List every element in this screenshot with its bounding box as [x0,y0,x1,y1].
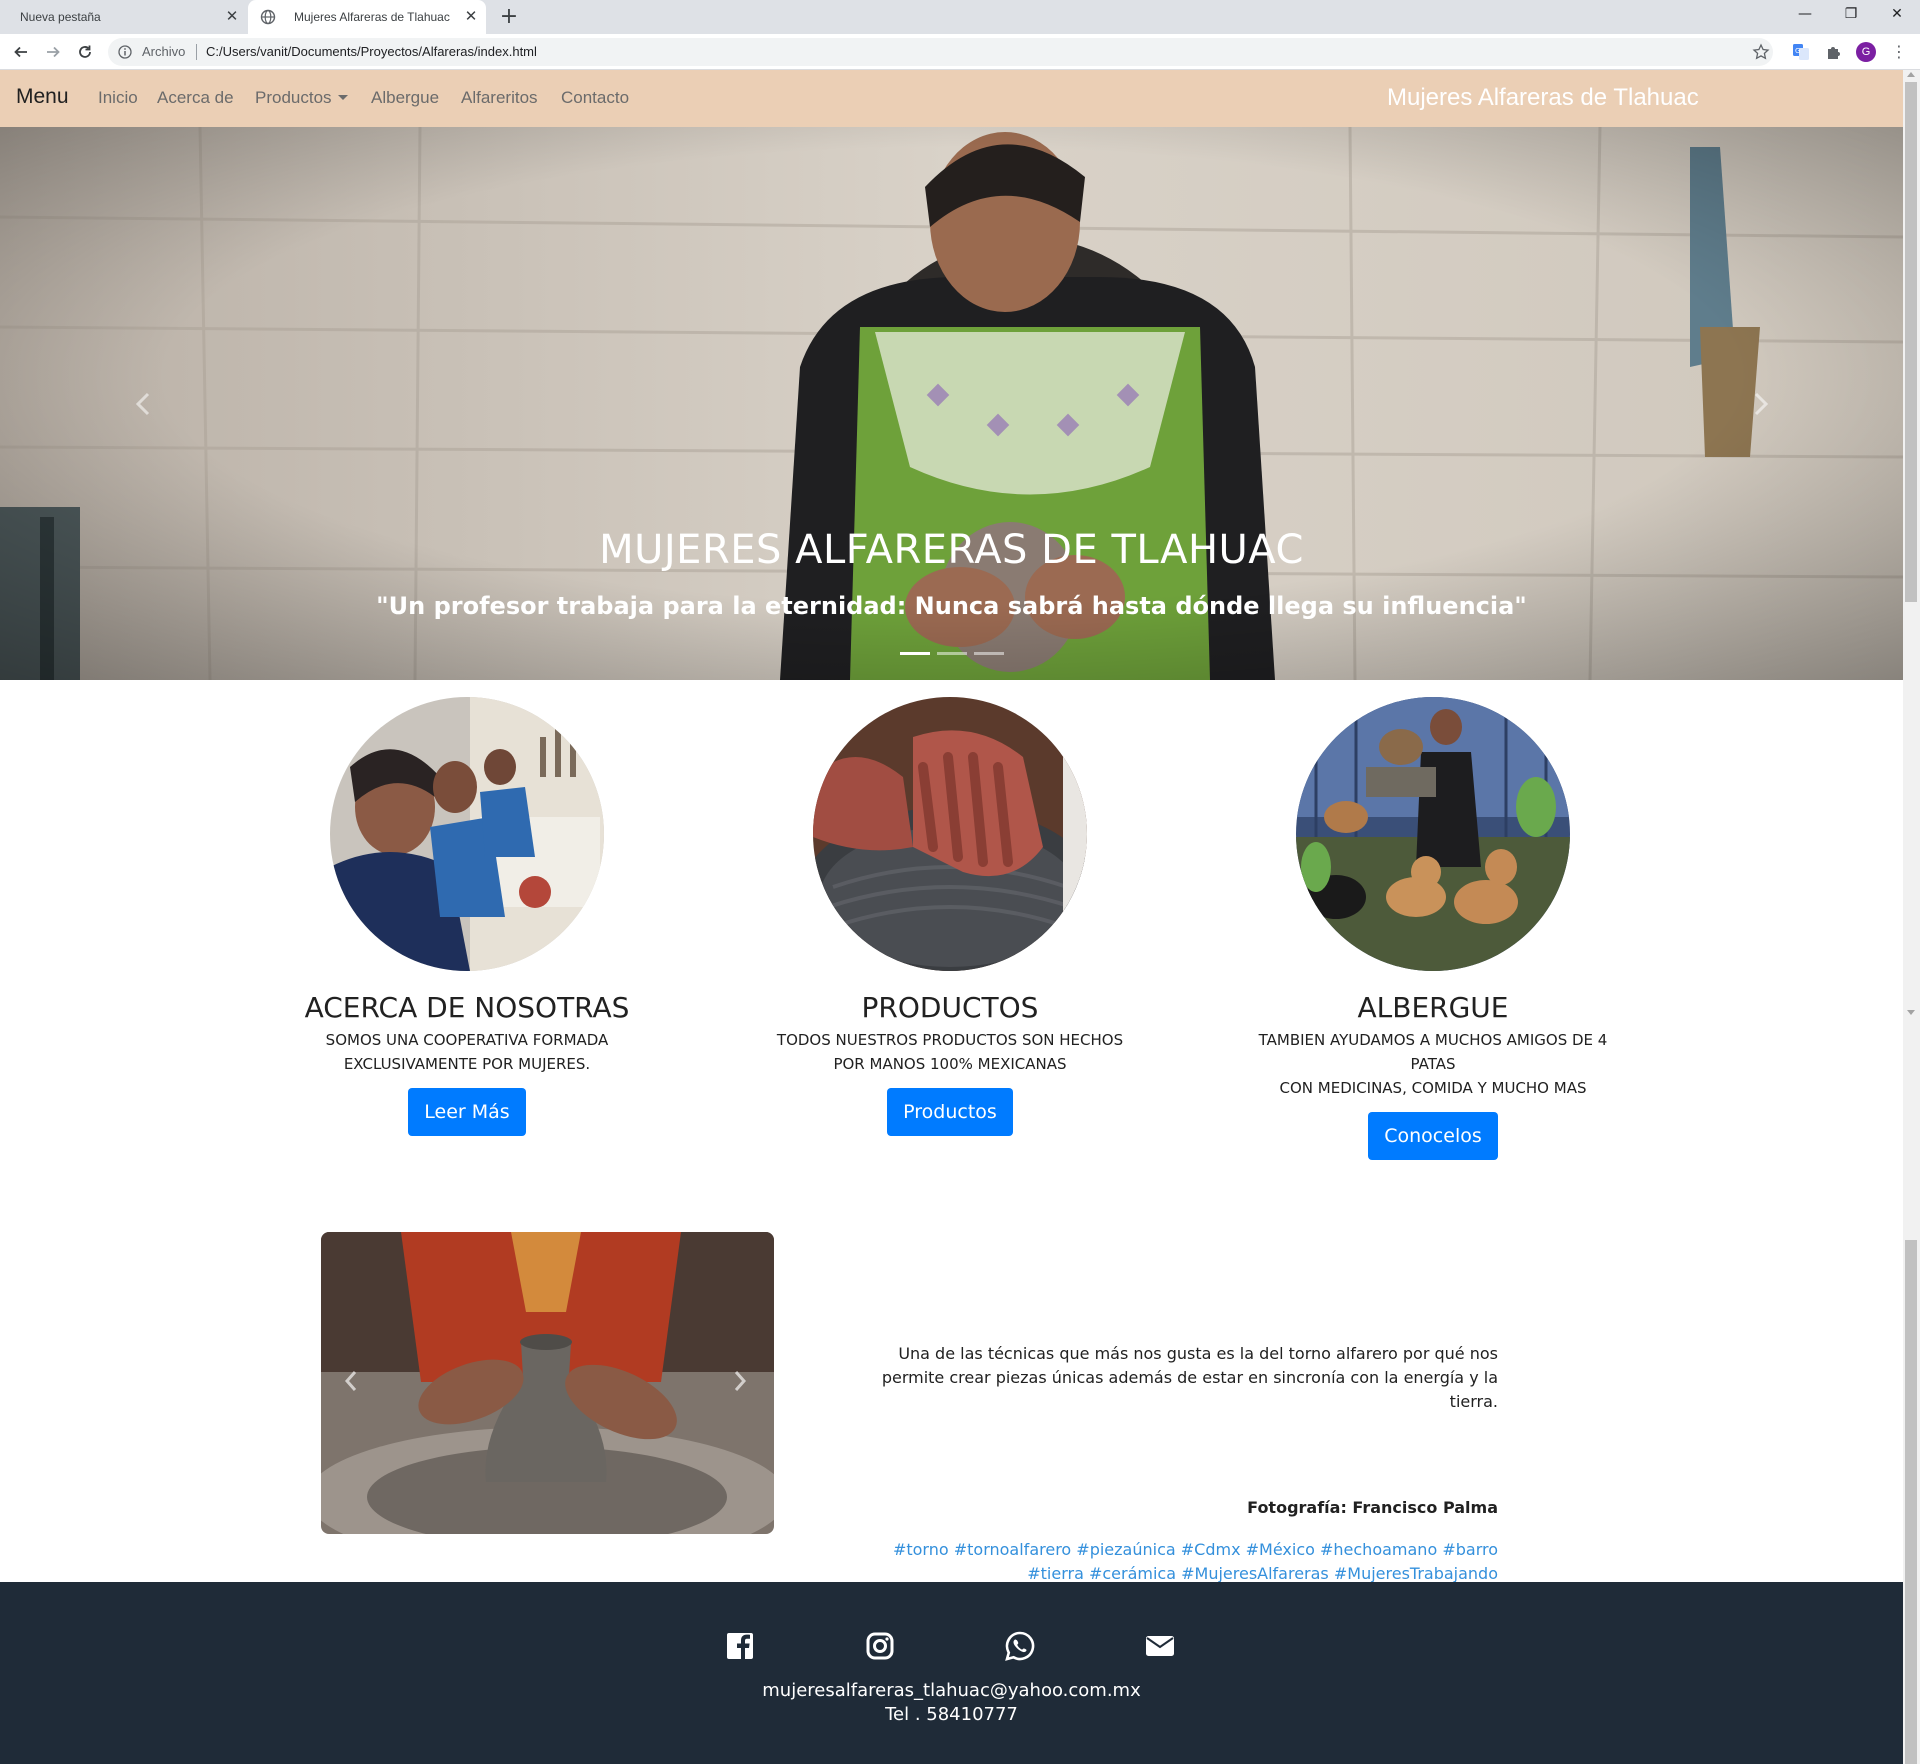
hero-carousel: MUJERES ALFARERAS DE TLAHUAC "Un profeso… [0,127,1903,680]
caret-down-icon [337,95,348,100]
hashtags: #torno #tornoalfarero #piezaúnica #Cdmx … [880,1538,1498,1586]
nav-link-productos-dropdown[interactable]: Productos [255,88,348,108]
feature-text-line: PATAS [1410,1055,1456,1073]
carousel-indicator[interactable] [900,652,930,655]
site-footer: mujeresalfareras_tlahuac@yahoo.com.mx Te… [0,1582,1903,1764]
address-divider [196,44,197,60]
close-tab-icon[interactable]: ✕ [224,9,240,25]
browser-tab-new[interactable]: Nueva pestaña ✕ [0,0,244,34]
tab-title: Mujeres Alfareras de Tlahuac [294,10,450,24]
address-bar[interactable]: Archivo C:/Users/vanit/Documents/Proyect… [108,38,1773,66]
carousel-prev-icon[interactable] [134,392,154,416]
feature-photo-dogs [1296,697,1570,971]
bookmark-star-icon[interactable] [1752,43,1770,61]
nav-link-inicio[interactable]: Inicio [98,88,138,108]
scroll-up-icon[interactable] [1907,72,1915,77]
carousel-next-icon[interactable] [732,1370,748,1392]
svg-text:G: G [1795,47,1800,55]
carousel-next-icon[interactable] [1750,392,1770,416]
extensions-puzzle-icon[interactable] [1823,41,1845,63]
scrollbar-thumb[interactable] [1905,1240,1917,1764]
feature-text: TODOS NUESTROS PRODUCTOS SON HECHOS POR … [750,1028,1150,1076]
back-arrow-icon[interactable] [7,38,35,66]
carousel-indicators [900,652,1004,655]
leer-mas-button[interactable]: Leer Más [408,1088,526,1136]
info-icon[interactable] [118,45,132,59]
whatsapp-icon[interactable] [1004,1630,1036,1662]
restore-icon[interactable]: ❐ [1828,0,1874,30]
feature-productos: PRODUCTOS TODOS NUESTROS PRODUCTOS SON H… [750,697,1150,1136]
instagram-icon[interactable] [864,1630,896,1662]
tab-title: Nueva pestaña [20,10,101,24]
photo-credit: Fotografía: Francisco Palma [1247,1498,1498,1517]
browser-menu-icon[interactable]: ⋮ [1888,41,1910,63]
feature-text-line: CON MEDICINAS, COMIDA Y MUCHO MAS [1279,1079,1587,1097]
nav-link-acerca[interactable]: Acerca de [157,88,234,108]
technique-description: Una de las técnicas que más nos gusta es… [880,1342,1498,1414]
site-title: Mujeres Alfareras de Tlahuac [1387,84,1699,111]
feature-text-line: TAMBIEN AYUDAMOS A MUCHOS AMIGOS DE 4 [1258,1031,1608,1049]
hero-quote: "Un profesor trabaja para la eternidad: … [376,592,1527,620]
feature-heading: PRODUCTOS [861,991,1039,1024]
scrollbar-thumb[interactable] [1905,82,1917,602]
carousel-prev-icon[interactable] [343,1370,359,1392]
page-scrollbar[interactable] [1903,70,1920,1764]
technique-line: permite crear piezas únicas además de es… [881,1368,1498,1387]
conocelos-button[interactable]: Conocelos [1368,1112,1498,1160]
feature-text: SOMOS UNA COOPERATIVA FORMADA EXCLUSIVAM… [267,1028,667,1076]
feature-acerca: ACERCA DE NOSOTRAS SOMOS UNA COOPERATIVA… [267,697,667,1136]
browser-tab-active[interactable]: Mujeres Alfareras de Tlahuac ✕ [248,0,486,34]
scroll-down-icon[interactable] [1907,1010,1915,1015]
navbar-brand[interactable]: Menu [16,85,69,109]
nav-link-alfareritos[interactable]: Alfareritos [461,88,538,108]
nav-link-productos-label: Productos [255,88,332,107]
page-viewport: Menu Inicio Acerca de Productos Albergue… [0,70,1903,1764]
footer-email[interactable]: mujeresalfareras_tlahuac@yahoo.com.mx [0,1680,1903,1701]
footer-phone: Tel . 58410777 [885,1704,1018,1725]
nav-link-albergue[interactable]: Albergue [371,88,439,108]
hero-title: MUJERES ALFARERAS DE TLAHUAC [599,527,1304,573]
close-tab-icon[interactable]: ✕ [463,9,479,25]
technique-carousel [321,1232,774,1534]
feature-heading: ALBERGUE [1357,991,1509,1024]
feature-photo-clay-hands [813,697,1087,971]
profile-avatar[interactable]: G [1856,42,1876,62]
feature-text-line: TODOS NUESTROS PRODUCTOS SON HECHOS [776,1031,1124,1049]
feature-text-line: EXCLUSIVAMENTE POR MUJERES. [343,1055,591,1073]
facebook-icon[interactable] [724,1630,756,1662]
reload-icon[interactable] [71,38,99,66]
globe-icon [260,9,276,25]
nav-link-contacto[interactable]: Contacto [561,88,629,108]
new-tab-button[interactable]: + [497,4,521,30]
feature-photo-workshop [330,697,604,971]
productos-button[interactable]: Productos [887,1088,1013,1136]
carousel-indicator[interactable] [974,652,1004,655]
feature-albergue: ALBERGUE TAMBIEN AYUDAMOS A MUCHOS AMIGO… [1233,697,1633,1160]
minimize-icon[interactable]: — [1782,0,1828,30]
browser-toolbar: Archivo C:/Users/vanit/Documents/Proyect… [0,34,1920,70]
address-url[interactable]: C:/Users/vanit/Documents/Proyectos/Alfar… [206,44,537,59]
feature-heading: ACERCA DE NOSOTRAS [304,991,630,1024]
feature-text-line: SOMOS UNA COOPERATIVA FORMADA [325,1031,609,1049]
technique-photo-wheel [321,1232,774,1534]
forward-arrow-icon[interactable] [39,38,67,66]
carousel-indicator[interactable] [937,652,967,655]
site-navbar: Menu Inicio Acerca de Productos Albergue… [0,70,1903,127]
feature-text: TAMBIEN AYUDAMOS A MUCHOS AMIGOS DE 4 PA… [1233,1028,1633,1100]
feature-text-line: POR MANOS 100% MEXICANAS [833,1055,1067,1073]
hashtags-line[interactable]: #torno #tornoalfarero #piezaúnica #Cdmx … [880,1538,1498,1562]
technique-line: Una de las técnicas que más nos gusta es… [898,1344,1498,1363]
address-scheme: Archivo [142,44,186,59]
close-window-icon[interactable]: ✕ [1874,0,1920,30]
translate-icon[interactable]: G [1790,41,1812,63]
technique-line: tierra. [1449,1392,1498,1411]
mail-icon[interactable] [1144,1630,1176,1662]
browser-tabstrip: Nueva pestaña ✕ Mujeres Alfareras de Tla… [0,0,1920,34]
